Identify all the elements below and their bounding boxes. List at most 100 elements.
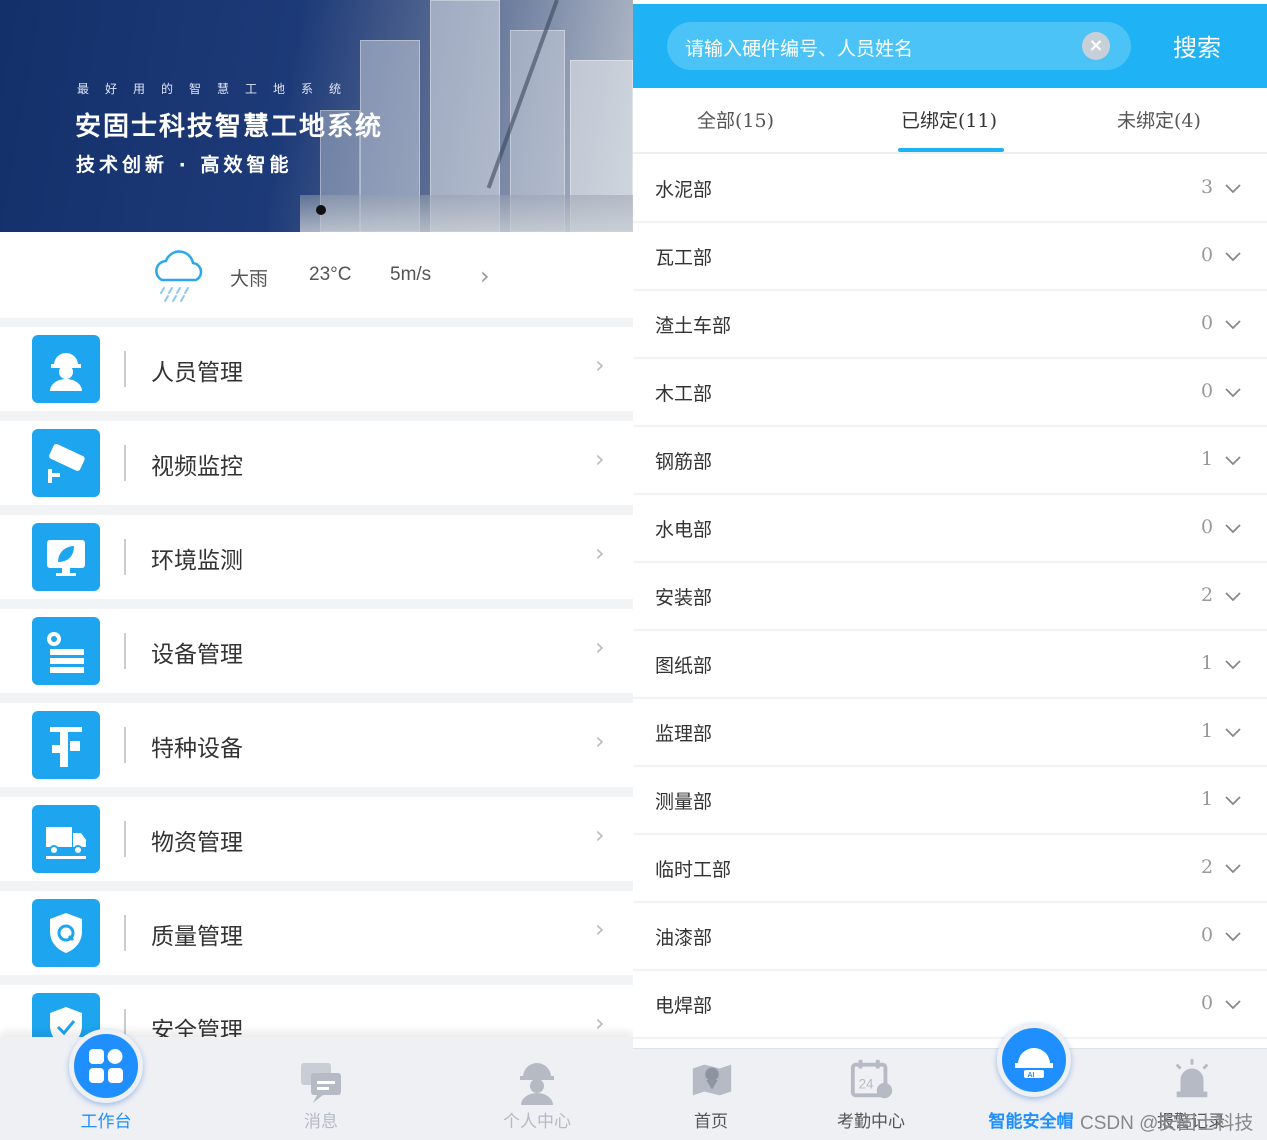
svg-text:24: 24 bbox=[859, 1077, 874, 1092]
department-row[interactable]: 渣土车部 0 bbox=[633, 291, 1267, 359]
chevron-down-icon[interactable] bbox=[1225, 249, 1241, 265]
tab-attendance[interactable]: 24 考勤中心 bbox=[811, 1049, 931, 1140]
menu-item-environment[interactable]: 环境监测 › bbox=[0, 515, 633, 599]
clear-icon[interactable]: × bbox=[1082, 32, 1110, 60]
menu-label: 物资管理 bbox=[151, 830, 243, 856]
tab-messages[interactable]: 消息 bbox=[266, 1037, 376, 1140]
department-row[interactable]: 测量部 1 bbox=[633, 767, 1267, 835]
chevron-right-icon: › bbox=[595, 633, 605, 661]
chevron-down-icon[interactable] bbox=[1225, 793, 1241, 809]
weather-wind: 5m/s bbox=[390, 264, 432, 285]
department-count: 3 bbox=[1201, 176, 1214, 198]
tab-workbench[interactable]: 工作台 bbox=[51, 1029, 161, 1140]
chevron-down-icon[interactable] bbox=[1225, 385, 1241, 401]
department-row[interactable]: 水泥部 3 bbox=[633, 155, 1267, 223]
department-name: 监理部 bbox=[655, 723, 713, 745]
menu-item-special-equipment[interactable]: 特种设备 › bbox=[0, 703, 633, 787]
rain-cloud-icon bbox=[155, 250, 203, 302]
carousel-indicator[interactable] bbox=[316, 205, 326, 215]
department-count: 1 bbox=[1201, 720, 1214, 742]
department-count: 0 bbox=[1201, 244, 1214, 266]
department-row[interactable]: 安装部 2 bbox=[633, 563, 1267, 631]
chevron-right-icon: › bbox=[595, 351, 605, 379]
department-count: 0 bbox=[1201, 312, 1214, 334]
banner-title: 安固士科技智慧工地系统 bbox=[75, 112, 384, 142]
tab-profile[interactable]: 个人中心 bbox=[482, 1037, 592, 1140]
menu-separator bbox=[124, 727, 126, 763]
message-icon bbox=[301, 1063, 341, 1103]
banner-tagline: 最好用的智慧工地系统 bbox=[77, 82, 358, 96]
department-row[interactable]: 油漆部 0 bbox=[633, 903, 1267, 971]
department-name: 临时工部 bbox=[655, 859, 732, 881]
chevron-down-icon[interactable] bbox=[1225, 997, 1241, 1013]
department-row[interactable]: 钢筋部 1 bbox=[633, 427, 1267, 495]
chevron-down-icon[interactable] bbox=[1225, 521, 1241, 537]
weather-condition: 大雨 bbox=[230, 269, 269, 290]
menu-separator bbox=[124, 915, 126, 951]
dashboard-icon bbox=[69, 1029, 143, 1103]
helmet-binding-screen: 请输入硬件编号、人员姓名 × 搜索 全部(15) 已绑定(11) 未绑定(4) … bbox=[633, 0, 1267, 1140]
chevron-down-icon[interactable] bbox=[1225, 453, 1241, 469]
gear-server-icon bbox=[32, 617, 100, 685]
search-input[interactable]: 请输入硬件编号、人员姓名 × bbox=[667, 22, 1131, 70]
department-name: 瓦工部 bbox=[655, 247, 713, 269]
department-name: 油漆部 bbox=[655, 927, 713, 949]
chevron-right-icon: › bbox=[595, 1009, 605, 1037]
menu-separator bbox=[124, 539, 126, 575]
camera-icon bbox=[32, 429, 100, 497]
menu-item-quality[interactable]: 质量管理 › bbox=[0, 891, 633, 975]
chevron-down-icon[interactable] bbox=[1225, 725, 1241, 741]
tower-crane-icon bbox=[32, 711, 100, 779]
department-name: 木工部 bbox=[655, 383, 713, 405]
chevron-right-icon: › bbox=[595, 821, 605, 849]
chevron-down-icon[interactable] bbox=[1225, 657, 1241, 673]
department-name: 钢筋部 bbox=[655, 451, 713, 473]
department-count: 1 bbox=[1201, 652, 1214, 674]
promo-banner[interactable]: 最好用的智慧工地系统 安固士科技智慧工地系统 技术创新 · 高效智能 bbox=[0, 0, 633, 232]
department-row[interactable]: 瓦工部 0 bbox=[633, 223, 1267, 291]
department-count: 0 bbox=[1201, 924, 1214, 946]
worker-icon bbox=[32, 335, 100, 403]
chevron-right-icon: › bbox=[480, 262, 490, 290]
menu-label: 特种设备 bbox=[151, 736, 243, 762]
department-row[interactable]: 图纸部 1 bbox=[633, 631, 1267, 699]
menu-label: 人员管理 bbox=[151, 360, 243, 386]
tab-label: 工作台 bbox=[80, 1112, 132, 1132]
menu-label: 设备管理 bbox=[151, 642, 243, 668]
menu-label: 质量管理 bbox=[151, 924, 243, 950]
department-name: 水电部 bbox=[655, 519, 713, 541]
menu-item-personnel[interactable]: 人员管理 › bbox=[0, 327, 633, 411]
department-count: 0 bbox=[1201, 992, 1214, 1014]
chevron-right-icon: › bbox=[595, 445, 605, 473]
tab-label: 个人中心 bbox=[503, 1112, 571, 1132]
weather-bar[interactable]: 大雨 23°C 5m/s › bbox=[0, 232, 633, 318]
chevron-down-icon[interactable] bbox=[1225, 929, 1241, 945]
chevron-down-icon[interactable] bbox=[1225, 181, 1241, 197]
svg-text:AI: AI bbox=[1028, 1072, 1035, 1079]
department-row[interactable]: 临时工部 2 bbox=[633, 835, 1267, 903]
tab-all[interactable]: 全部(15) bbox=[697, 106, 774, 133]
menu-separator bbox=[124, 821, 126, 857]
department-row[interactable]: 木工部 0 bbox=[633, 359, 1267, 427]
chevron-down-icon[interactable] bbox=[1225, 589, 1241, 605]
department-row[interactable]: 水电部 0 bbox=[633, 495, 1267, 563]
tab-bound[interactable]: 已绑定(11) bbox=[901, 106, 997, 133]
department-name: 电焊部 bbox=[655, 995, 713, 1017]
menu-item-video[interactable]: 视频监控 › bbox=[0, 421, 633, 505]
search-button[interactable]: 搜索 bbox=[1173, 28, 1221, 63]
menu-item-materials[interactable]: 物资管理 › bbox=[0, 797, 633, 881]
menu-item-equipment[interactable]: 设备管理 › bbox=[0, 609, 633, 693]
department-row[interactable]: 电焊部 0 bbox=[633, 971, 1267, 1039]
tab-unbound[interactable]: 未绑定(4) bbox=[1117, 106, 1201, 133]
search-placeholder: 请输入硬件编号、人员姓名 bbox=[685, 38, 914, 60]
menu-label: 视频监控 bbox=[151, 454, 243, 480]
tab-smart-helmet[interactable]: AI 智能安全帽 bbox=[971, 1023, 1091, 1140]
binding-tabs: 全部(15) 已绑定(11) 未绑定(4) bbox=[633, 88, 1267, 154]
department-row[interactable]: 监理部 1 bbox=[633, 699, 1267, 767]
tab-label: 消息 bbox=[304, 1112, 338, 1132]
chevron-down-icon[interactable] bbox=[1225, 861, 1241, 877]
chevron-down-icon[interactable] bbox=[1225, 317, 1241, 333]
tab-home[interactable]: 首页 bbox=[651, 1049, 771, 1140]
ai-helmet-icon: AI bbox=[997, 1023, 1071, 1097]
tab-label: 考勤中心 bbox=[837, 1112, 905, 1132]
